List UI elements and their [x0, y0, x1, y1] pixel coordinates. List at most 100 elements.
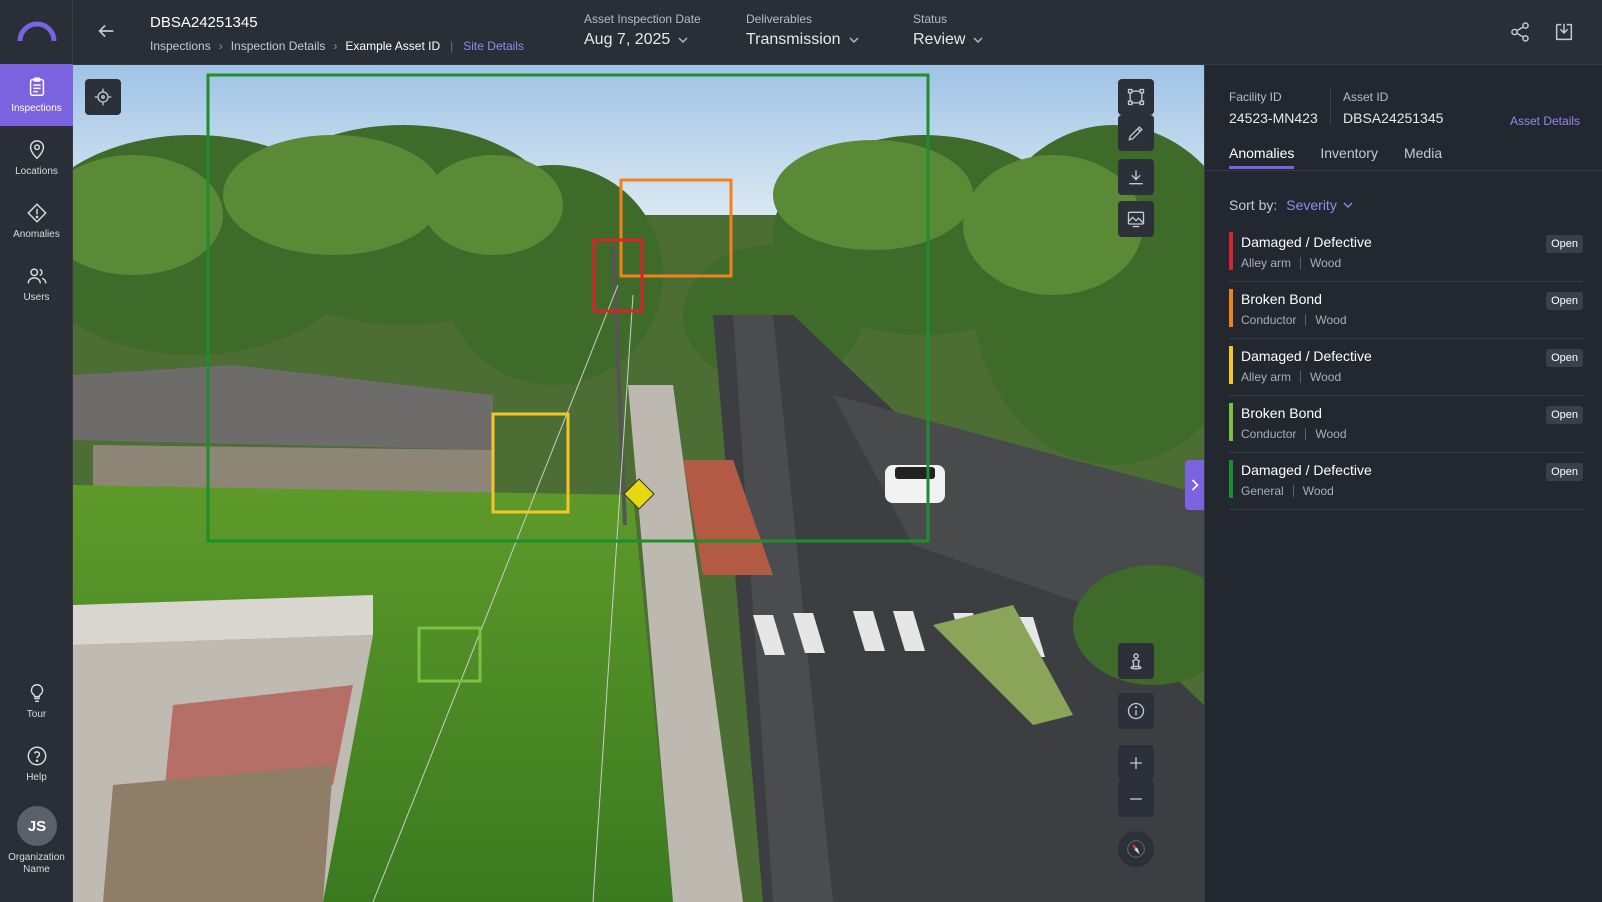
- help-circle-icon: [27, 746, 46, 766]
- status-value: Review: [913, 31, 966, 48]
- status-badge: Open: [1546, 349, 1583, 367]
- locate-button[interactable]: [85, 79, 121, 115]
- asset-id: Asset ID DBSA24251345: [1343, 90, 1443, 126]
- aerial-photo: [73, 65, 1204, 902]
- breadcrumb-current: Example Asset ID: [345, 39, 441, 53]
- status-badge: Open: [1546, 463, 1583, 481]
- anomaly-component: Conductor: [1241, 427, 1297, 441]
- sidebar-item-inspections[interactable]: Inspections: [0, 64, 73, 126]
- anomaly-component: Alley arm: [1241, 256, 1292, 270]
- alert-diamond-icon: [26, 203, 47, 223]
- clipboard-icon: [29, 77, 44, 96]
- panel-tabs: Anomalies Inventory Media: [1229, 145, 1442, 169]
- bounding-box-icon: [1127, 88, 1145, 106]
- chevron-right-icon: [1191, 479, 1199, 491]
- list-item[interactable]: Broken Bond Conductor Wood Open: [1229, 396, 1583, 453]
- anomaly-material: Wood: [1315, 313, 1347, 327]
- anomaly-material: Wood: [1310, 370, 1342, 384]
- compass-button[interactable]: [1118, 831, 1154, 867]
- anomaly-list: Damaged / Defective Alley arm Wood Open B…: [1229, 225, 1583, 510]
- tab-media[interactable]: Media: [1404, 145, 1442, 169]
- zoom-in-button[interactable]: [1118, 745, 1154, 781]
- tab-anomalies[interactable]: Anomalies: [1229, 145, 1295, 169]
- list-item[interactable]: Damaged / Defective General Wood Open: [1229, 453, 1583, 510]
- tab-inventory[interactable]: Inventory: [1320, 145, 1378, 169]
- sidebar-item-users[interactable]: Users: [0, 253, 73, 315]
- sidebar-item-label: Inspections: [11, 103, 62, 114]
- deliverables-value: Transmission: [746, 31, 841, 48]
- severity-indicator: [1229, 346, 1233, 384]
- tab-divider: [1205, 170, 1602, 171]
- users-icon: [27, 268, 46, 284]
- anomaly-material: Wood: [1302, 484, 1334, 498]
- asset-id-value: DBSA24251345: [1343, 110, 1444, 126]
- severity-indicator: [1229, 460, 1233, 498]
- site-details-link[interactable]: Site Details: [463, 39, 524, 53]
- anomaly-component: Alley arm: [1241, 370, 1292, 384]
- field-label: Deliverables: [746, 12, 813, 26]
- sidebar-item-label: Locations: [15, 166, 58, 177]
- status-badge: Open: [1546, 235, 1583, 253]
- field-label: Asset Inspection Date: [584, 12, 701, 26]
- organization-name[interactable]: Organization Name: [0, 852, 73, 876]
- field-label: Status: [913, 12, 948, 26]
- pencil-button[interactable]: [1118, 115, 1154, 151]
- sidebar-item-label: Users: [23, 292, 50, 303]
- anomaly-title: Damaged / Defective: [1241, 462, 1372, 478]
- image-gallery-button[interactable]: [1118, 201, 1154, 237]
- download-button[interactable]: [1118, 159, 1154, 195]
- sidebar-item-help[interactable]: Help: [0, 733, 73, 795]
- inspection-image-viewer[interactable]: [73, 65, 1204, 902]
- deliverables-field[interactable]: Deliverables Transmission: [746, 12, 859, 49]
- list-item[interactable]: Damaged / Defective Alley arm Wood Open: [1229, 339, 1583, 396]
- expand-panel-button[interactable]: [1185, 460, 1205, 510]
- info-button[interactable]: [1118, 693, 1154, 729]
- breadcrumb: Inspections › Inspection Details › Examp…: [150, 39, 524, 53]
- anomaly-component: General: [1241, 484, 1284, 498]
- zoom-out-button[interactable]: [1118, 781, 1154, 817]
- inspection-date-field[interactable]: Asset Inspection Date Aug 7, 2025: [584, 12, 701, 49]
- chevron-down-icon: [1343, 202, 1353, 208]
- chevron-down-icon: [849, 37, 859, 43]
- breadcrumb-inspection-details[interactable]: Inspection Details: [231, 39, 326, 53]
- crosshair-icon: [94, 88, 112, 106]
- street-view-button[interactable]: [1118, 643, 1154, 679]
- status-field[interactable]: Status Review: [913, 12, 983, 49]
- download-tray-icon[interactable]: [1553, 21, 1575, 43]
- compass-icon: [1127, 840, 1145, 858]
- back-arrow-icon[interactable]: [95, 20, 117, 42]
- list-item[interactable]: Broken Bond Conductor Wood Open: [1229, 282, 1583, 339]
- share-icon[interactable]: [1509, 21, 1531, 43]
- map-pin-icon: [29, 140, 44, 160]
- lightbulb-icon: [30, 684, 43, 702]
- breadcrumb-divider: |: [450, 39, 454, 53]
- facility-id-value: 24523-MN423: [1229, 110, 1318, 126]
- severity-indicator: [1229, 289, 1233, 327]
- sort-value: Severity: [1286, 197, 1337, 213]
- sidebar-item-tour[interactable]: Tour: [0, 670, 73, 732]
- sort-control[interactable]: Sort by: Severity: [1229, 197, 1353, 213]
- avatar[interactable]: JS: [17, 806, 57, 846]
- asset-details-link[interactable]: Asset Details: [1510, 114, 1580, 128]
- page-title: DBSA24251345: [150, 14, 258, 31]
- sidebar: Inspections Locations Anomalies Users To…: [0, 0, 73, 902]
- asset-id-label: Asset ID: [1343, 90, 1389, 104]
- status-badge: Open: [1546, 292, 1583, 310]
- inspection-date-value: Aug 7, 2025: [584, 31, 671, 48]
- sidebar-item-label: Tour: [26, 709, 47, 720]
- anomaly-component: Conductor: [1241, 313, 1297, 327]
- list-item[interactable]: Damaged / Defective Alley arm Wood Open: [1229, 225, 1583, 282]
- info-icon: [1127, 702, 1145, 720]
- sidebar-item-locations[interactable]: Locations: [0, 127, 73, 189]
- chevron-down-icon: [678, 37, 688, 43]
- sidebar-item-label: Help: [26, 772, 47, 783]
- sort-label: Sort by:: [1229, 197, 1278, 213]
- logo: [17, 21, 57, 42]
- sidebar-item-anomalies[interactable]: Anomalies: [0, 190, 73, 252]
- image-icon: [1127, 211, 1145, 228]
- draw-box-button[interactable]: [1118, 79, 1154, 115]
- minus-icon: [1130, 798, 1142, 800]
- severity-indicator: [1229, 403, 1233, 441]
- person-pin-icon: [1130, 653, 1142, 670]
- breadcrumb-inspections[interactable]: Inspections: [150, 39, 211, 53]
